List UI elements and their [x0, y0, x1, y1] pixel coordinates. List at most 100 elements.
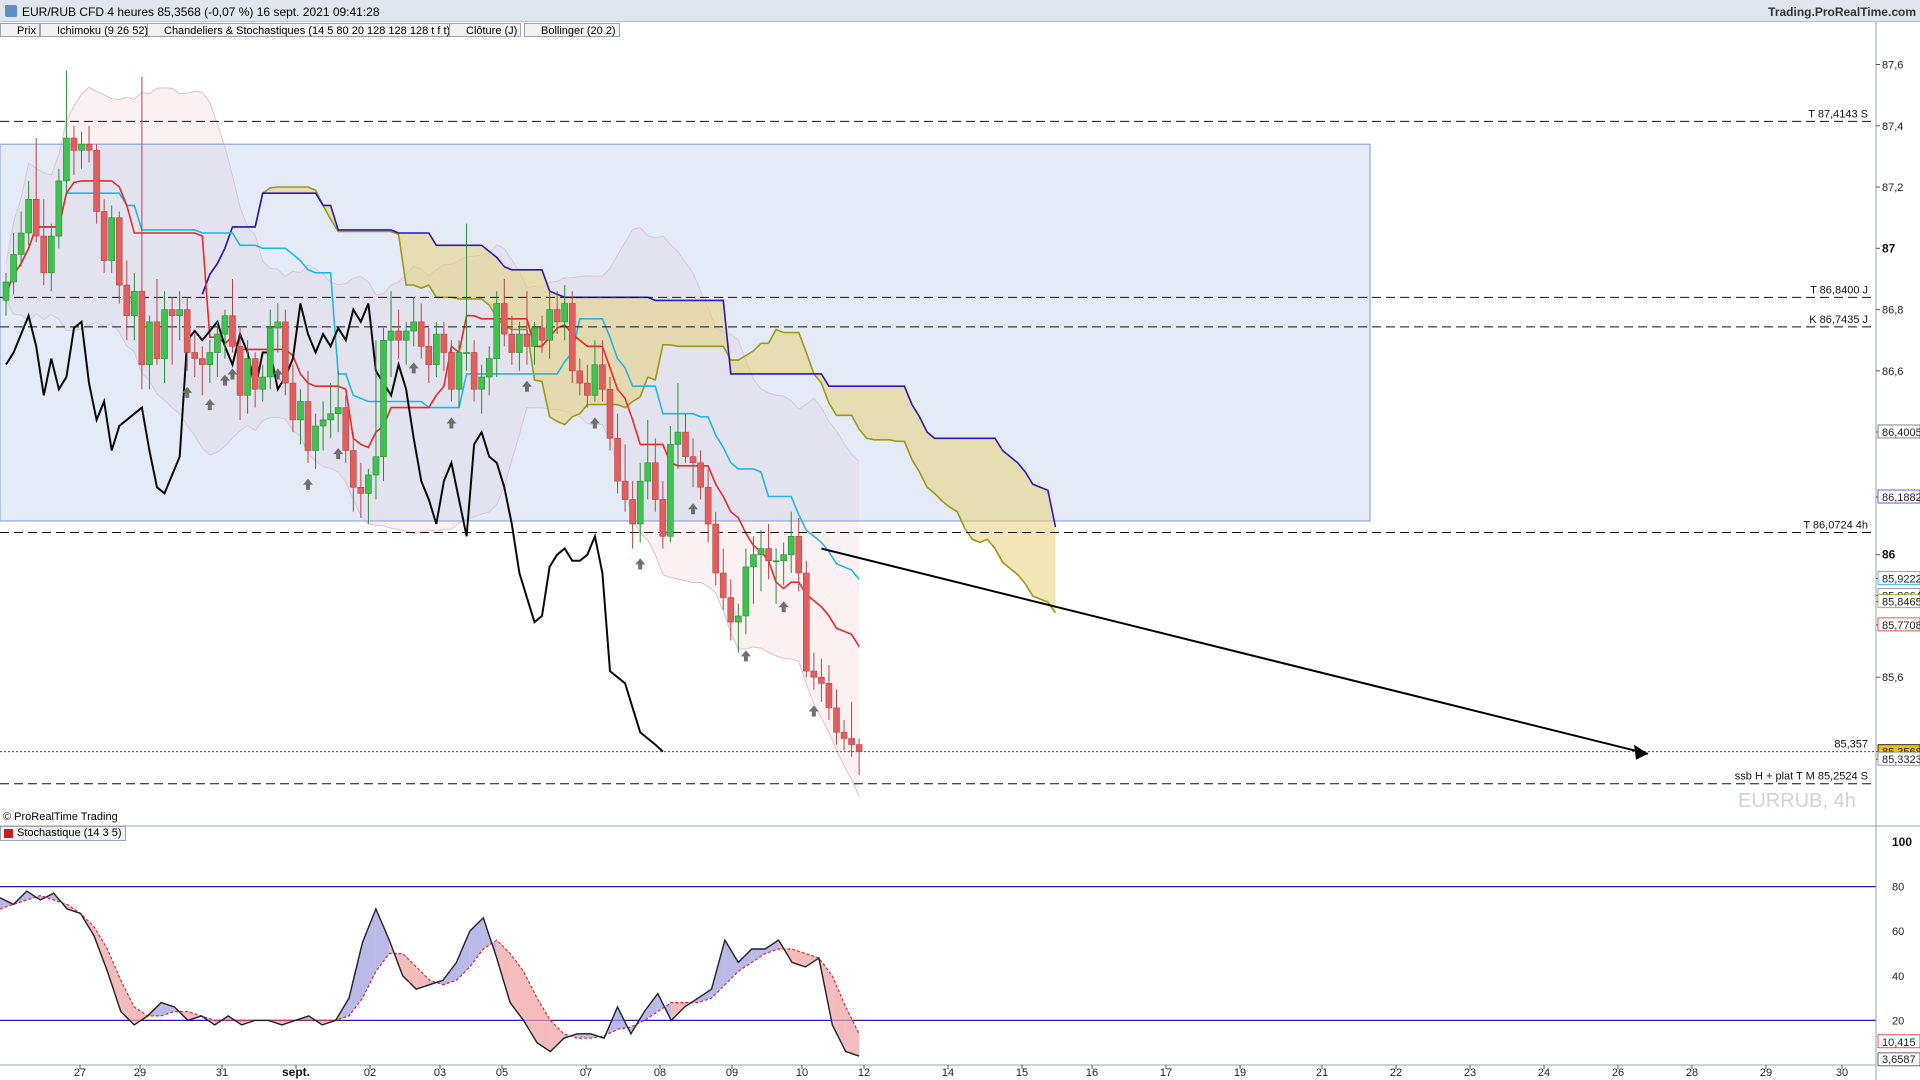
candle [629, 499, 636, 525]
candle [47, 235, 55, 274]
candle [17, 232, 25, 255]
candle [372, 456, 380, 476]
price-tick-label: 85,8465 [1882, 597, 1920, 609]
candle [176, 309, 183, 317]
stoch-tick-label: 100 [1892, 835, 1912, 849]
chart-canvas[interactable]: T 87,4143 S T 86,8400 J K 86,7435 J T 86,07… [0, 0, 1920, 1080]
candle [485, 358, 493, 378]
time-tick-label: 08 [654, 1067, 666, 1079]
price-pane[interactable]: T 87,4143 S T 86,8400 J K 86,7435 J T 86,07… [0, 40, 1876, 812]
candle [168, 309, 176, 317]
candle [334, 407, 342, 415]
candle [636, 480, 644, 525]
level-label: T 86,0724 4h [1803, 519, 1868, 531]
candle [719, 572, 727, 598]
time-tick-label: 15 [1016, 1067, 1028, 1079]
stoch-fill [496, 940, 511, 1003]
candle [214, 333, 221, 353]
candle [312, 425, 319, 451]
stoch-fill [550, 1020, 564, 1052]
candle [153, 321, 161, 359]
candle [810, 670, 818, 678]
candle [727, 597, 735, 623]
candle [115, 217, 123, 286]
candle [357, 486, 365, 494]
level-label: T 87,4143 S [1808, 108, 1868, 120]
candle [417, 321, 425, 347]
price-tick-label: 87 [1882, 241, 1896, 255]
time-tick-label: sept. [282, 1065, 310, 1079]
stochastic-pane[interactable] [0, 885, 1876, 1057]
candle [470, 352, 478, 390]
candle [742, 566, 750, 617]
time-tick-label: 17 [1160, 1067, 1172, 1079]
candle [282, 321, 289, 384]
candle [538, 327, 546, 341]
candle [493, 303, 501, 359]
stoch-tick-label: 40 [1892, 971, 1904, 983]
candle [123, 284, 131, 317]
stoch-tick-label: 80 [1892, 882, 1904, 894]
price-tick-label: 86 [1882, 548, 1896, 562]
stoch-fill [832, 975, 846, 1052]
candle [244, 358, 251, 396]
candle [138, 290, 146, 366]
time-tick-label: 03 [434, 1067, 446, 1079]
candle [206, 352, 214, 366]
candle [780, 554, 787, 562]
level-label: K 86,7435 J [1809, 314, 1868, 326]
candle [365, 474, 372, 494]
candle [342, 407, 350, 451]
candle [825, 683, 833, 709]
candle [85, 143, 93, 151]
stoch-fill [375, 908, 390, 972]
candle [614, 437, 621, 482]
candle [229, 315, 236, 347]
time-tick-label: 29 [1760, 1067, 1772, 1079]
stoch-fill [845, 1007, 860, 1057]
candle [516, 333, 523, 353]
candle [131, 290, 138, 317]
time-tick-label: 10 [796, 1067, 808, 1079]
candle [199, 358, 206, 366]
candle [70, 137, 78, 151]
candle [599, 364, 606, 390]
candle [40, 235, 48, 274]
stoch-tick-label: 60 [1892, 926, 1904, 938]
candle [402, 330, 410, 341]
price-tick-label: 86,8 [1882, 305, 1903, 317]
candle [576, 370, 584, 384]
price-tick-label: 86,4005 [1882, 427, 1920, 439]
candle [584, 382, 591, 396]
candle [161, 309, 168, 359]
candle [327, 413, 334, 421]
candle [674, 431, 682, 445]
price-tick-label: 86,1882 [1882, 492, 1920, 504]
candle [621, 480, 629, 500]
candle [818, 676, 825, 684]
candle [712, 523, 720, 574]
time-tick-label: 30 [1836, 1067, 1848, 1079]
time-tick-label: 24 [1538, 1067, 1550, 1079]
candle [561, 303, 569, 323]
candle [10, 254, 17, 283]
candle [704, 486, 712, 525]
candle [553, 309, 561, 323]
candle [546, 309, 553, 341]
candle [289, 382, 297, 421]
stoch-tick-label: 20 [1892, 1015, 1904, 1027]
candle [840, 732, 848, 739]
candle [568, 303, 576, 372]
candle [395, 330, 402, 341]
candle [750, 554, 757, 568]
stoch-tick-label: 3,6587 [1882, 1054, 1916, 1066]
candle [146, 321, 153, 366]
candle [531, 327, 538, 347]
price-tick-label: 87,4 [1882, 121, 1903, 133]
candle [772, 560, 780, 563]
candle [236, 346, 244, 396]
legend-item-stochastique[interactable]: Stochastique (14 3 5) [0, 826, 126, 841]
candle [697, 462, 704, 488]
candle [63, 137, 70, 182]
time-tick-label: 23 [1464, 1067, 1476, 1079]
